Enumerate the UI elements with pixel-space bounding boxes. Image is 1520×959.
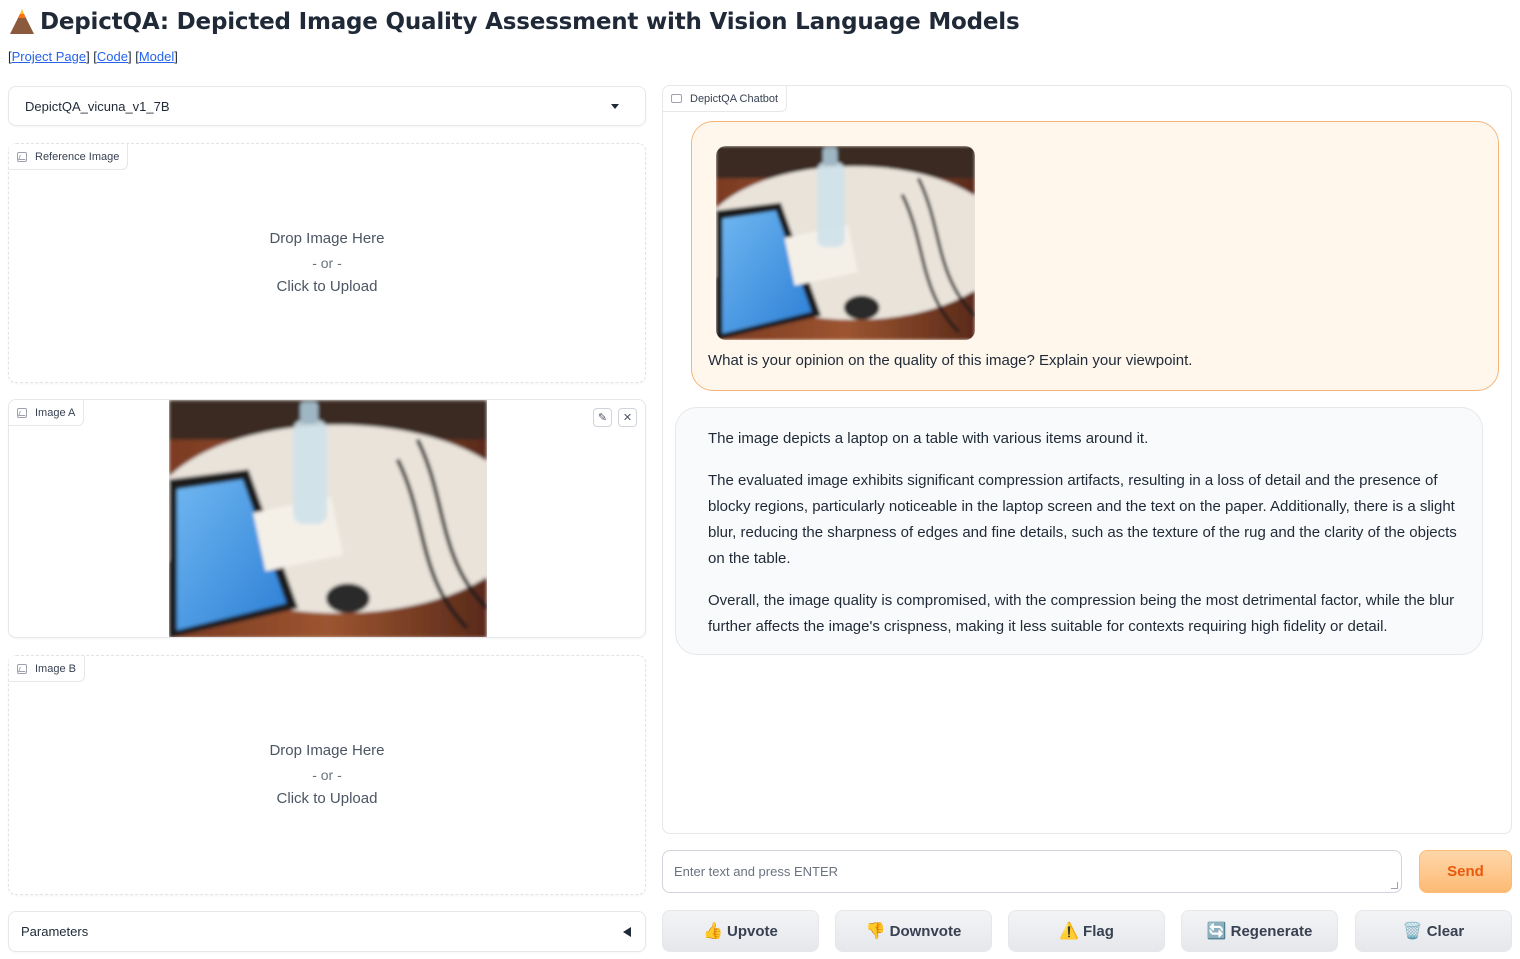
user-message: What is your opinion on the quality of t… bbox=[691, 121, 1499, 391]
downvote-button[interactable]: 👎 Downvote bbox=[835, 910, 992, 952]
laptop-photo bbox=[716, 146, 975, 340]
regenerate-label: Regenerate bbox=[1230, 922, 1313, 940]
image-a-label: Image A bbox=[9, 400, 85, 426]
image-icon bbox=[17, 407, 27, 418]
regenerate-button[interactable]: 🔄 Regenerate bbox=[1181, 910, 1338, 952]
volcano-logo-icon bbox=[10, 9, 34, 34]
click-upload-text: Click to Upload bbox=[276, 790, 378, 807]
refresh-icon: 🔄 bbox=[1206, 923, 1227, 940]
image-icon bbox=[17, 151, 27, 162]
image-b-label-text: Image B bbox=[35, 662, 76, 675]
image-a-photo bbox=[169, 400, 487, 637]
bot-paragraph: Overall, the image quality is compromise… bbox=[708, 592, 1455, 635]
drop-text: Drop Image Here bbox=[269, 742, 385, 759]
message-input-box[interactable] bbox=[662, 850, 1402, 893]
clear-label: Clear bbox=[1426, 922, 1465, 940]
image-icon bbox=[17, 663, 27, 674]
model-link[interactable]: Model bbox=[139, 49, 174, 64]
thumbs-down-icon: 👎 bbox=[865, 923, 886, 940]
chatbot-label: DepictQA Chatbot bbox=[663, 86, 788, 112]
model-dropdown-value: DepictQA_vicuna_v1_7B bbox=[25, 98, 170, 114]
flag-label: Flag bbox=[1083, 922, 1114, 940]
model-dropdown[interactable]: DepictQA_vicuna_v1_7B bbox=[8, 86, 646, 126]
image-b-upload[interactable]: Image B Drop Image Here - or - Click to … bbox=[8, 655, 646, 895]
chatbot-label-text: DepictQA Chatbot bbox=[690, 92, 779, 105]
reference-image-label: Reference Image bbox=[9, 144, 129, 170]
upvote-button[interactable]: 👍 Upvote bbox=[662, 910, 819, 952]
flag-button[interactable]: ⚠️ Flag bbox=[1008, 910, 1165, 952]
image-tools: ✎ ✕ bbox=[593, 408, 637, 427]
edit-icon[interactable]: ✎ bbox=[593, 408, 612, 427]
page-title: DepictQA: Depicted Image Quality Assessm… bbox=[40, 9, 1020, 35]
user-message-image bbox=[716, 146, 975, 340]
chat-icon bbox=[671, 94, 682, 103]
drop-text: Drop Image Here bbox=[269, 230, 385, 247]
parameters-label: Parameters bbox=[21, 924, 89, 939]
collapse-arrow-icon[interactable] bbox=[623, 926, 631, 937]
project-page-link[interactable]: Project Page bbox=[12, 49, 86, 64]
bot-paragraph: The image depicts a laptop on a table wi… bbox=[708, 430, 1149, 447]
reference-image-label-text: Reference Image bbox=[35, 150, 120, 163]
trash-icon: 🗑️ bbox=[1402, 923, 1423, 940]
send-button[interactable]: Send bbox=[1419, 850, 1512, 893]
parameters-accordion[interactable]: Parameters bbox=[8, 911, 646, 952]
click-upload-text: Click to Upload bbox=[276, 278, 378, 295]
image-b-label: Image B bbox=[9, 656, 85, 682]
chatbot-panel: DepictQA Chatbot What is your opinion on… bbox=[662, 85, 1512, 834]
warning-icon: ⚠️ bbox=[1059, 923, 1080, 940]
image-a-label-text: Image A bbox=[35, 406, 76, 419]
reference-image-upload[interactable]: Reference Image Drop Image Here - or - C… bbox=[8, 143, 646, 383]
code-link[interactable]: Code bbox=[97, 49, 128, 64]
or-text: - or - bbox=[312, 767, 342, 783]
or-text: - or - bbox=[312, 255, 342, 271]
downvote-label: Downvote bbox=[889, 922, 962, 940]
chevron-down-icon[interactable] bbox=[611, 103, 619, 109]
resize-grip-icon[interactable] bbox=[1391, 882, 1398, 889]
clear-button[interactable]: 🗑️ Clear bbox=[1355, 910, 1512, 952]
user-message-text: What is your opinion on the quality of t… bbox=[708, 352, 1193, 369]
close-icon[interactable]: ✕ bbox=[618, 408, 637, 427]
bot-paragraph: The evaluated image exhibits significant… bbox=[708, 472, 1457, 567]
page-header: DepictQA: Depicted Image Quality Assessm… bbox=[8, 6, 1020, 38]
thumbs-up-icon: 👍 bbox=[703, 923, 724, 940]
bot-message: The image depicts a laptop on a table wi… bbox=[675, 407, 1483, 655]
image-a-panel[interactable]: Image A ✎ ✕ bbox=[8, 399, 646, 638]
message-input[interactable] bbox=[674, 862, 1390, 881]
resource-links: [Project Page] [Code] [Model] bbox=[8, 49, 178, 64]
upvote-label: Upvote bbox=[727, 922, 778, 940]
